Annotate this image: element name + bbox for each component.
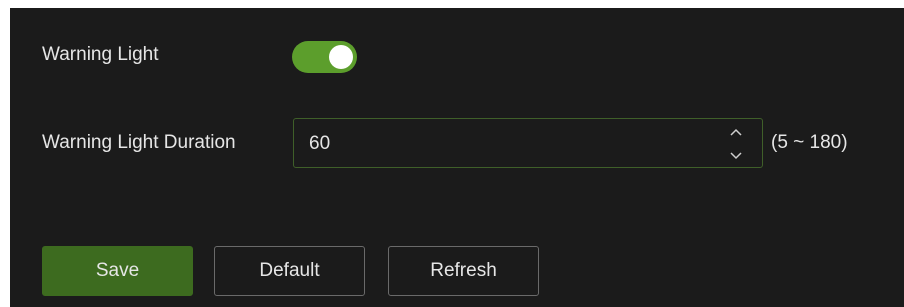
default-button[interactable]: Default [214, 246, 365, 296]
chevron-up-down-icon [730, 128, 742, 160]
refresh-button[interactable]: Refresh [388, 246, 539, 296]
duration-range-hint: (5 ~ 180) [771, 132, 848, 153]
warning-light-toggle[interactable] [292, 41, 357, 73]
duration-spinner[interactable] [728, 125, 744, 163]
warning-light-label: Warning Light [42, 44, 159, 65]
warning-light-duration-label: Warning Light Duration [42, 132, 236, 153]
duration-value: 60 [309, 133, 331, 154]
save-button[interactable]: Save [42, 246, 193, 296]
warning-light-duration-input[interactable]: 60 [293, 118, 763, 168]
toggle-knob [329, 45, 353, 69]
